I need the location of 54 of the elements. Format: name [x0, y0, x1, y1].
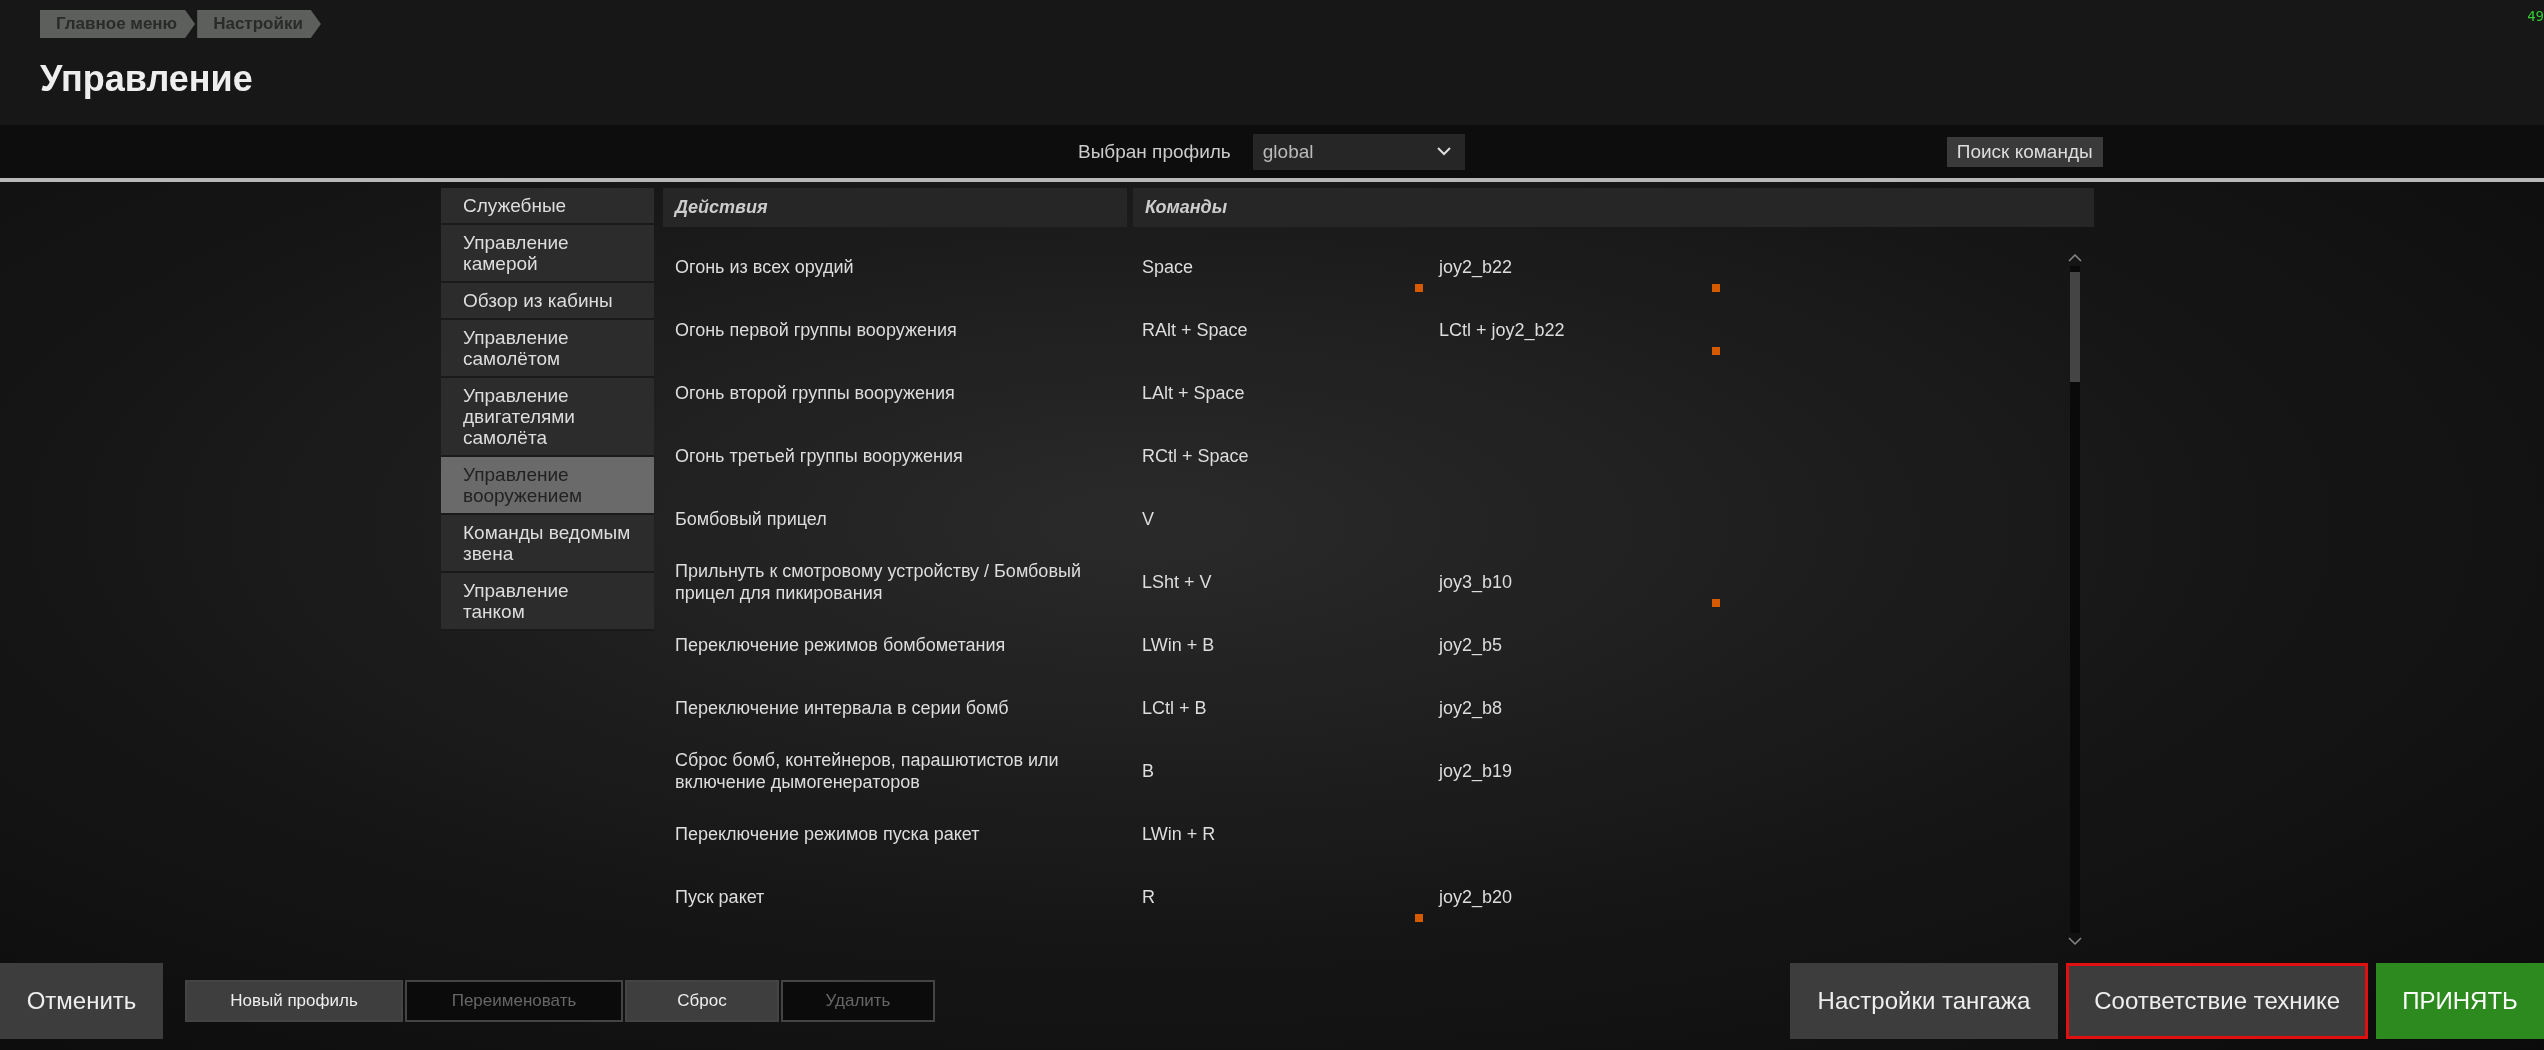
key-binding-cell[interactable]: LWin + B: [1142, 633, 1215, 656]
profile-button[interactable]: Сброс: [625, 980, 779, 1022]
key-binding-cell[interactable]: RCtl + Space: [1142, 444, 1249, 467]
key-binding-cell[interactable]: joy2_b5: [1439, 633, 1503, 656]
key-binding-cell[interactable]: joy2_b22: [1439, 255, 1513, 278]
key-binding-cell[interactable]: LWin + R: [1142, 822, 1216, 845]
scrollbar[interactable]: [2068, 253, 2082, 946]
sidebar-item[interactable]: Управление самолётом: [441, 320, 654, 378]
key-binding-cell[interactable]: joy3_b10: [1439, 570, 1513, 593]
action-cell[interactable]: Огонь третьей группы вооружения: [663, 444, 1130, 467]
column-header: Действия: [663, 188, 1127, 227]
key-binding-cell[interactable]: joy2_b8: [1439, 696, 1503, 719]
key-binding-cell[interactable]: LCtl + B: [1142, 696, 1207, 719]
key-binding-cell[interactable]: B: [1142, 759, 1154, 782]
key-binding-cell[interactable]: RAlt + Space: [1142, 318, 1248, 341]
key-binding-cell[interactable]: LSht + V: [1142, 570, 1212, 593]
action-cell[interactable]: Прильнуть к смотровому устройству / Бомбовый прицел для пикирования: [663, 559, 1130, 604]
key-binding-cell[interactable]: joy2_b19: [1439, 759, 1513, 782]
sidebar-item[interactable]: Управление танком: [441, 573, 654, 631]
page-title: Управление: [40, 58, 254, 100]
fps-counter: 49: [2527, 8, 2544, 24]
accept-button[interactable]: ПРИНЯТЬ: [2376, 963, 2544, 1039]
column-header: Команды: [1133, 188, 2094, 227]
action-cell[interactable]: Переключение режимов бомбометания: [663, 633, 1130, 656]
chevron-down-icon: [1436, 147, 1451, 156]
scroll-up-icon[interactable]: [2068, 253, 2082, 262]
scroll-down-icon[interactable]: [2068, 937, 2082, 946]
profile-button[interactable]: Новый профиль: [185, 980, 403, 1022]
search-command-button[interactable]: Поиск команды: [1946, 136, 2103, 167]
profile-dropdown[interactable]: global: [1252, 133, 1465, 170]
action-cell[interactable]: Огонь второй группы вооружения: [663, 381, 1130, 404]
key-binding-cell[interactable]: LAlt + Space: [1142, 381, 1245, 404]
profile-label: Выбран профиль: [1078, 140, 1231, 163]
action-cell[interactable]: Переключение интервала в серии бомб: [663, 696, 1130, 719]
sidebar-item[interactable]: Команды ведомым звена: [441, 515, 654, 573]
key-binding-cell[interactable]: joy2_b20: [1439, 885, 1513, 908]
key-binding-cell[interactable]: LCtl + joy2_b22: [1439, 318, 1565, 341]
sidebar-item[interactable]: Управление двигателями самолёта: [441, 378, 654, 457]
key-binding-cell[interactable]: Space: [1142, 255, 1194, 278]
sidebar-item[interactable]: Служебные: [441, 188, 654, 225]
action-cell[interactable]: Огонь из всех орудий: [663, 255, 1130, 278]
action-cell[interactable]: Переключение режимов пуска ракет: [663, 822, 1130, 845]
key-binding-cell[interactable]: V: [1142, 507, 1154, 530]
action-cell[interactable]: Сброс бомб, контейнеров, парашютистов или включение дымогенераторов: [663, 748, 1130, 793]
action-cell[interactable]: Пуск ракет: [663, 885, 1130, 908]
sidebar-item[interactable]: Управление камерой: [441, 225, 654, 283]
action-button[interactable]: Настройки тангажа: [1789, 963, 2059, 1039]
action-cell[interactable]: Бомбовый прицел: [663, 507, 1130, 530]
key-binding-cell[interactable]: R: [1142, 885, 1155, 908]
sidebar-item[interactable]: Обзор из кабины: [441, 283, 654, 320]
action-cell[interactable]: Огонь первой группы вооружения: [663, 318, 1130, 341]
scrollbar-thumb[interactable]: [2070, 272, 2080, 382]
action-button[interactable]: Соответствие технике: [2066, 963, 2368, 1039]
cancel-button[interactable]: Отменить: [0, 963, 163, 1039]
